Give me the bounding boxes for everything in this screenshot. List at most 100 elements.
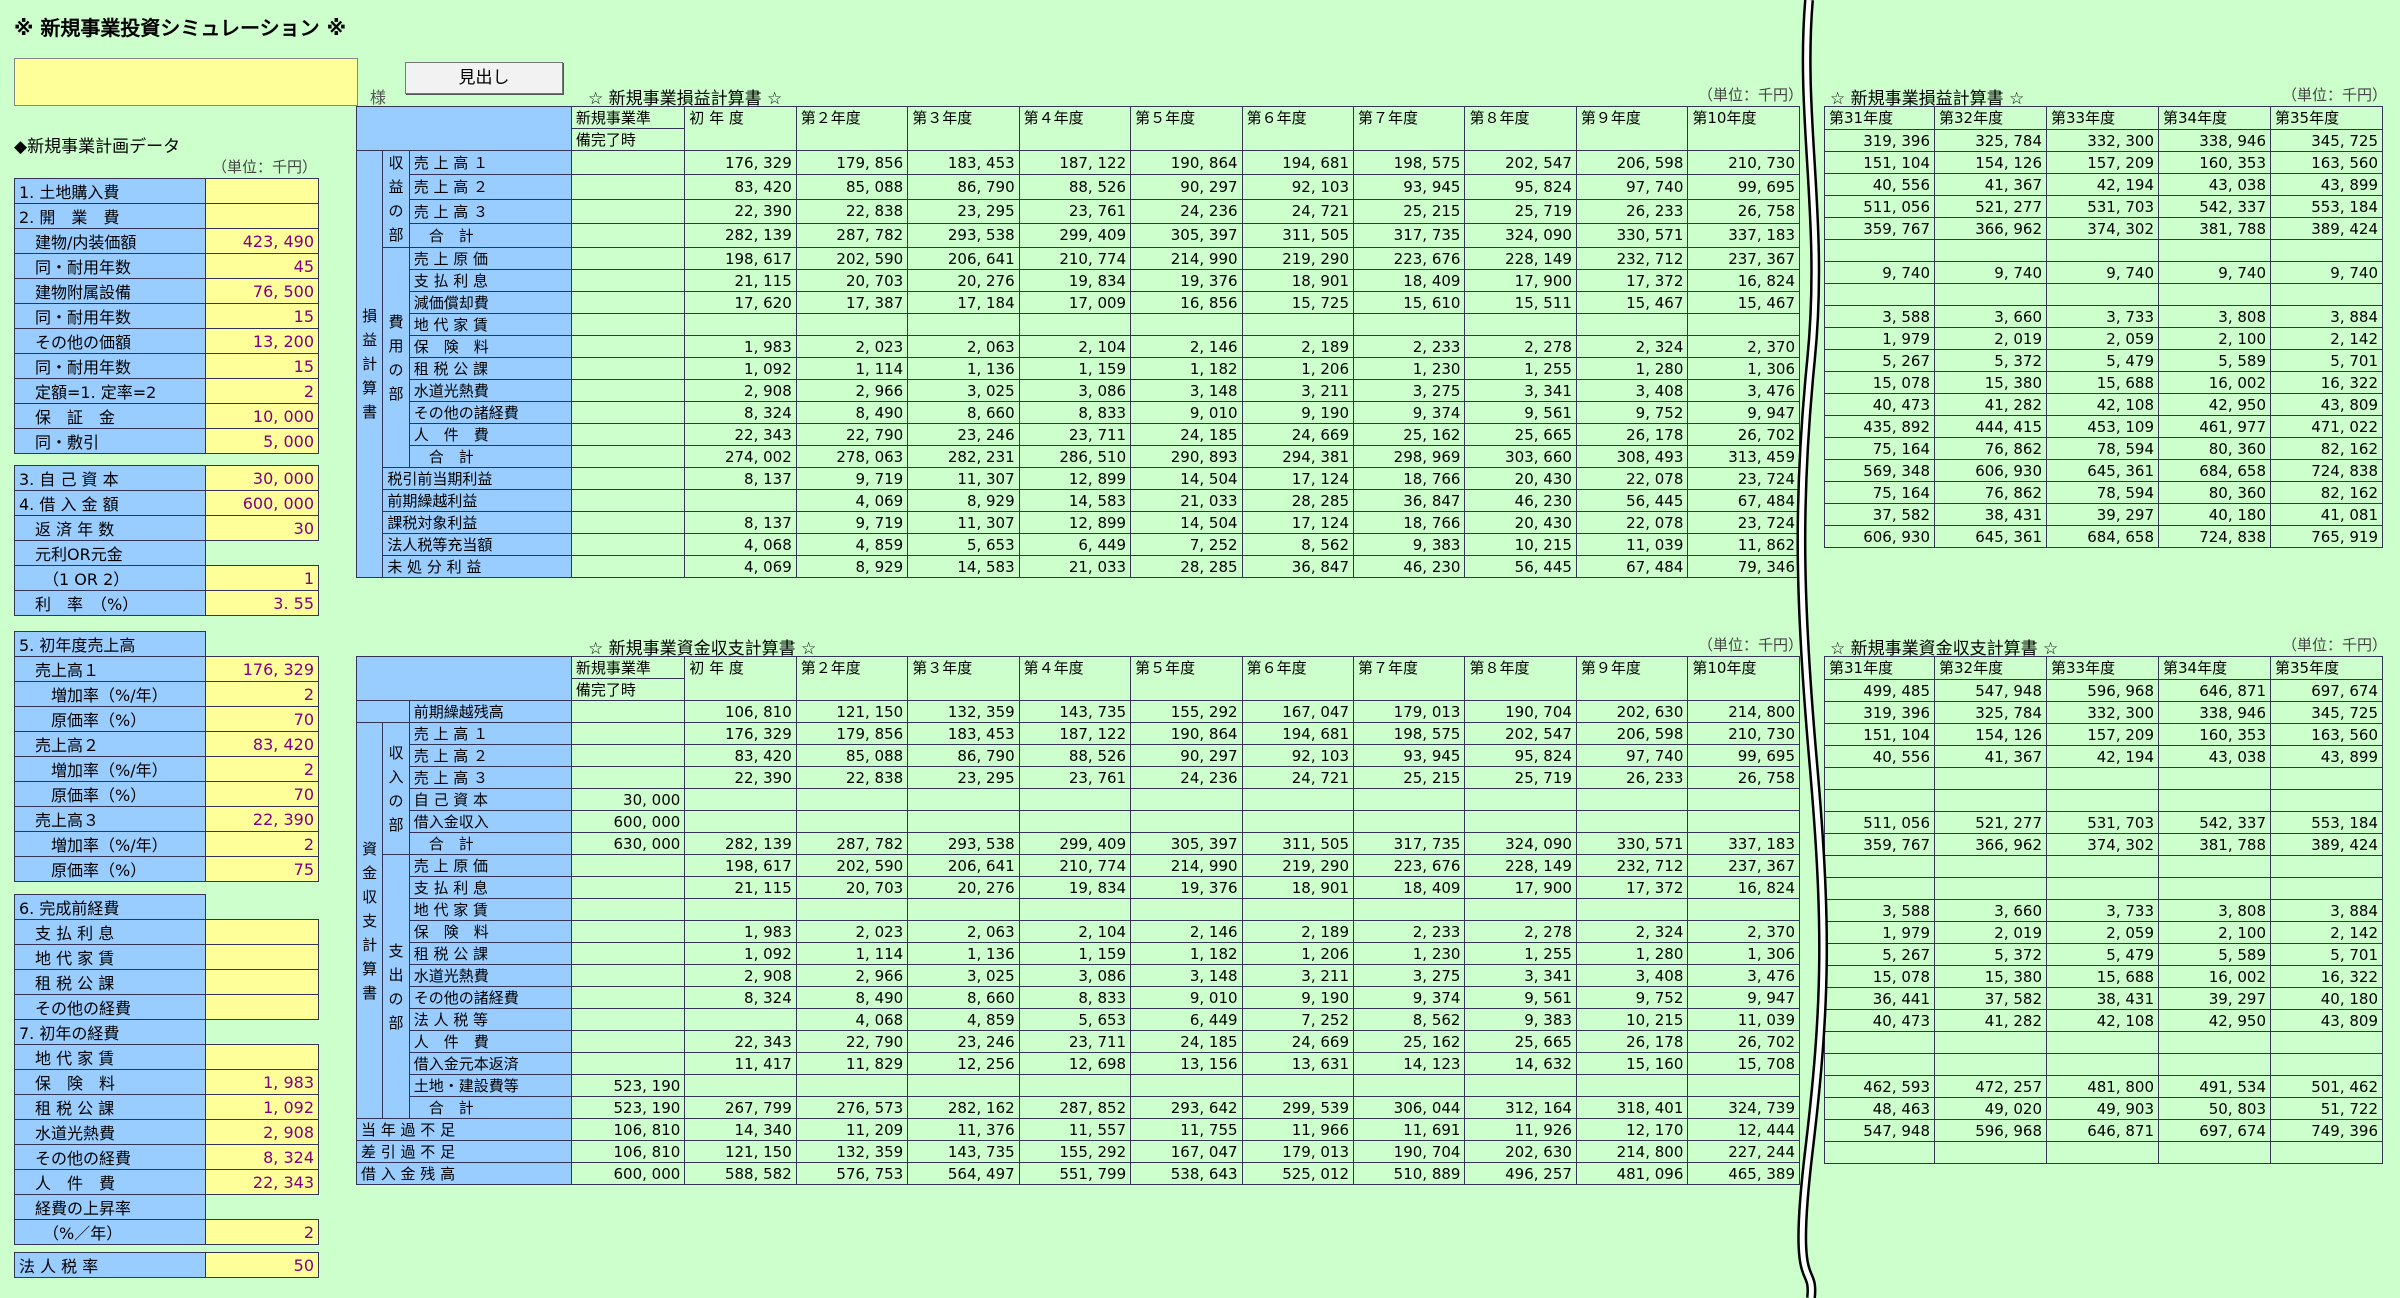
year-value [1241,898,1355,921]
year-value: 1, 206 [1241,357,1355,380]
plan-value-input[interactable]: 1 [204,565,320,591]
year-value: 157, 209 [2046,723,2159,746]
plan-value-input[interactable]: 2 [204,1219,320,1245]
year-value: 223, 676 [1353,854,1466,877]
plan-value-input[interactable]: 1, 092 [204,1094,320,1120]
year-header: 第32年度 [1934,106,2047,130]
year-value: 1, 306 [1687,942,1800,965]
cf-income-label-char: 収 [388,743,404,762]
plan-value-input[interactable]: 5, 000 [204,428,320,454]
year-value: 305, 397 [1130,832,1243,855]
plan-value-input[interactable]: 15 [204,353,320,379]
plan-value-input[interactable]: 2 [204,756,320,782]
plan-value-input[interactable] [204,1044,320,1070]
year-value [684,788,797,811]
plan-value-input[interactable] [204,994,320,1020]
year-value: 293, 642 [1130,1096,1243,1119]
plan-label: 元利OR元金 [14,540,206,566]
plan-value-input[interactable]: 10, 000 [204,403,320,429]
plan-label: 建物/内装価額 [14,228,206,254]
plan-value-input[interactable] [204,919,320,945]
row-label: 水道光熱費 [408,379,572,402]
plan-value-input[interactable]: 423, 490 [204,228,320,254]
year-value: 42, 108 [2046,1009,2159,1032]
plan-value-input[interactable] [204,969,320,995]
prep-value: 30, 000 [570,788,686,811]
plan-value-input[interactable]: 30, 000 [204,465,320,491]
year-value: 3, 884 [2270,899,2383,922]
plan-value-input[interactable]: 2 [204,831,320,857]
plan-value-input[interactable]: 50 [204,1252,320,1278]
pl-revenue-label-char: 収 [388,154,404,172]
year-value: 2, 908 [684,379,797,402]
year-value: 95, 824 [1464,174,1577,200]
plan-value-input[interactable]: 70 [204,781,320,807]
year-value: 3, 275 [1353,379,1466,402]
plan-value-input[interactable]: 76, 500 [204,278,320,304]
plan-value-input[interactable]: 13, 200 [204,328,320,354]
year-value: 99, 695 [1687,744,1800,767]
plan-value-input[interactable]: 600, 000 [204,490,320,516]
plan-value-input[interactable]: 22, 343 [204,1169,320,1195]
row-label: 合 計 [408,832,572,855]
plan-value-input[interactable]: 30 [204,515,320,541]
plan-label: 7. 初年の経費 [14,1019,206,1045]
year-value: 183, 453 [907,149,1020,176]
plan-label: 原価率（%） [14,781,206,807]
plan-value-input[interactable]: 70 [204,706,320,732]
year-value: 18, 409 [1353,876,1466,899]
plan-value-input[interactable]: 3. 55 [204,590,320,616]
year-value [1824,789,1935,812]
year-value: 8, 929 [795,555,909,578]
year-value: 154, 126 [1934,723,2047,746]
year-value: 287, 782 [795,222,909,249]
plan-value-input[interactable]: 1, 983 [204,1069,320,1095]
year-value: 9, 374 [1353,986,1466,1009]
plan-value-input[interactable]: 176, 329 [204,656,320,682]
year-value: 22, 838 [795,198,909,224]
plan-label: 地 代 家 賃 [14,1044,206,1070]
year-value: 43, 038 [2158,173,2271,196]
year-value: 11, 376 [907,1118,1020,1141]
year-value: 15, 078 [1824,965,1935,988]
year-value: 43, 038 [2158,745,2271,768]
plan-value-input[interactable]: 2 [204,378,320,404]
plan-label: 売上高３ [14,806,206,832]
cf-section-label-char: 算 [362,959,378,978]
plan-value-input[interactable]: 8, 324 [204,1144,320,1170]
year-value: 6, 449 [1130,1008,1243,1031]
plan-value-input[interactable] [204,944,320,970]
plan-value-input[interactable]: 45 [204,253,320,279]
year-value: 3, 341 [1464,379,1577,402]
year-value: 23, 711 [1018,423,1132,446]
midashi-button[interactable]: 見出し [405,62,563,94]
plan-value-input[interactable]: 15 [204,303,320,329]
plan-label: 支 払 利 息 [14,919,206,945]
plan-data-heading: ◆新規事業計画データ [14,137,181,157]
year-value: 6, 449 [1018,533,1132,556]
plan-label: 水道光熱費 [14,1119,206,1145]
plan-value-input[interactable] [204,178,320,204]
year-value: 17, 124 [1241,467,1355,490]
year-value: 198, 575 [1353,722,1466,745]
year-value: 2, 278 [1464,920,1577,943]
plan-row: 水道光熱費 2, 908 [14,1119,320,1145]
year-value: 2, 146 [1130,920,1243,943]
plan-group-land-opening: 1. 土地購入費 2. 開 業 費 建物/内装価額 423, 490 同・耐用年数 4… [14,178,320,454]
company-name-input[interactable] [14,58,358,106]
year-value: 8, 562 [1241,533,1355,556]
year-value: 206, 598 [1575,149,1689,176]
cf-income-label-char: 部 [388,815,404,834]
plan-row: 租 税 公 課 1, 092 [14,1094,320,1120]
plan-value-input[interactable] [204,203,320,229]
plan-value-input[interactable]: 22, 390 [204,806,320,832]
year-value [1130,1074,1243,1097]
year-value: 345, 725 [2270,701,2383,724]
year-value [2270,239,2383,262]
pl-section-label-char: 益 [362,331,378,349]
prep-value [570,247,686,270]
plan-value-input[interactable]: 83, 420 [204,731,320,757]
plan-value-input[interactable]: 2, 908 [204,1119,320,1145]
plan-value-input[interactable]: 75 [204,856,320,882]
plan-value-input[interactable]: 2 [204,681,320,707]
